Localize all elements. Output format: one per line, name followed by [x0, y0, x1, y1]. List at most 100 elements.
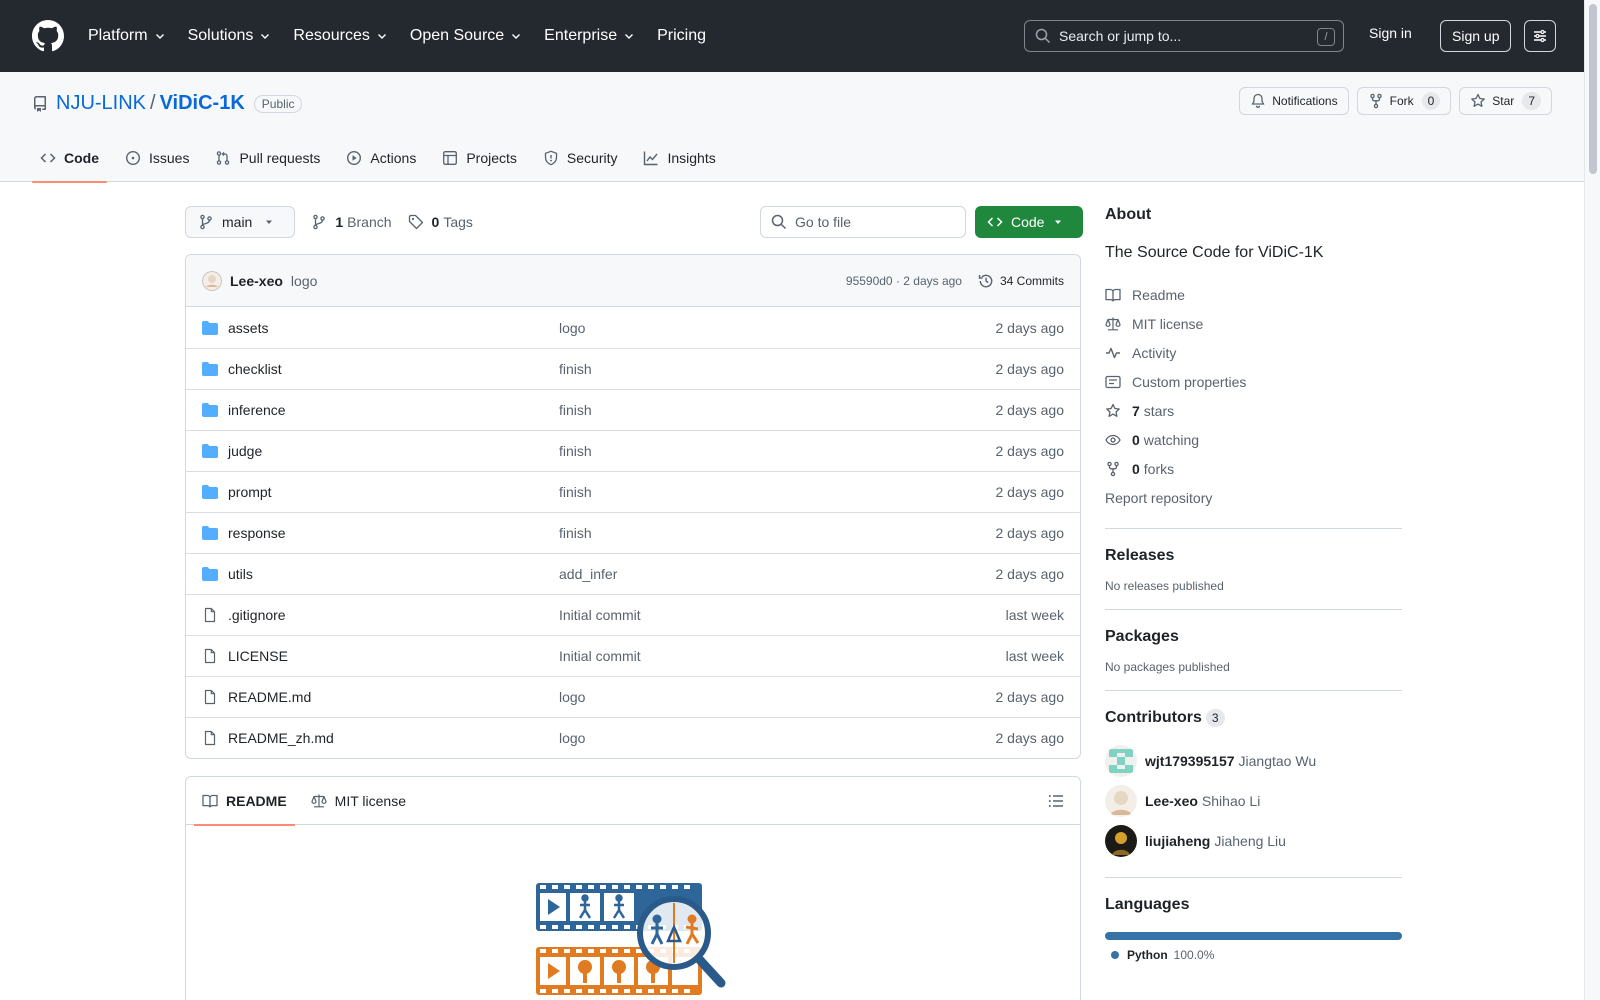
- notifications-label: Notifications: [1272, 94, 1338, 108]
- repo-name-link[interactable]: ViDiC-1K: [160, 92, 245, 115]
- sign-up-button[interactable]: Sign up: [1440, 20, 1512, 52]
- packages-note: No packages published: [1105, 660, 1230, 674]
- file-row[interactable]: assets logo 2 days ago: [186, 307, 1080, 348]
- page-scrollbar[interactable]: [1584, 0, 1600, 1000]
- branch-select-button[interactable]: main: [185, 206, 296, 238]
- file-name-link[interactable]: LICENSE: [228, 648, 559, 664]
- github-logo-icon[interactable]: [32, 20, 64, 52]
- repo-owner-link[interactable]: NJU-LINK: [56, 92, 146, 115]
- notifications-button[interactable]: Notifications: [1239, 87, 1349, 115]
- scrollbar-thumb[interactable]: [1589, 4, 1597, 174]
- activity-link[interactable]: Activity: [1105, 338, 1402, 367]
- chevron-down-icon: [512, 34, 521, 39]
- tab-label: Issues: [149, 150, 190, 166]
- nav-enterprise[interactable]: Enterprise: [544, 27, 635, 45]
- file-row[interactable]: utils add_infer 2 days ago: [186, 553, 1080, 594]
- file-row[interactable]: .gitignore Initial commit last week: [186, 594, 1080, 635]
- file-name-link[interactable]: judge: [228, 443, 559, 459]
- chevron-down-icon: [155, 34, 164, 39]
- file-row[interactable]: response finish 2 days ago: [186, 512, 1080, 553]
- list-unordered-icon[interactable]: [1048, 793, 1064, 809]
- forks-link[interactable]: 0 forks: [1105, 454, 1402, 483]
- file-name-link[interactable]: response: [228, 525, 559, 541]
- sign-in-link[interactable]: Sign in: [1369, 25, 1412, 41]
- tags-link[interactable]: 0 Tags: [408, 214, 473, 230]
- fork-button[interactable]: Fork 0: [1356, 87, 1452, 115]
- file-name-link[interactable]: prompt: [228, 484, 559, 500]
- custom-properties-link[interactable]: Custom properties: [1105, 367, 1402, 396]
- releases-heading[interactable]: Releases: [1105, 547, 1402, 565]
- tab-security[interactable]: Security: [535, 134, 626, 182]
- file-commit-time: last week: [1005, 648, 1064, 664]
- nav-pricing[interactable]: Pricing: [657, 27, 706, 45]
- bell-icon: [1251, 93, 1265, 108]
- file-commit-message-link[interactable]: finish: [559, 525, 592, 541]
- go-to-file-input[interactable]: Go to file: [760, 206, 966, 238]
- file-commit-message-link[interactable]: finish: [559, 361, 592, 377]
- nav-solutions[interactable]: Solutions: [188, 27, 272, 45]
- file-name-link[interactable]: inference: [228, 402, 559, 418]
- tab-insights[interactable]: Insights: [635, 134, 723, 182]
- file-commit-message-link[interactable]: finish: [559, 443, 592, 459]
- tab-actions[interactable]: Actions: [338, 134, 424, 182]
- commit-hash-time[interactable]: 95590d0 · 2 days ago: [846, 274, 962, 288]
- license-link[interactable]: MIT license: [1105, 309, 1402, 338]
- stars-link[interactable]: 7 stars: [1105, 396, 1402, 425]
- packages-heading[interactable]: Packages: [1105, 628, 1402, 646]
- file-row[interactable]: README.md logo 2 days ago: [186, 676, 1080, 717]
- language-item[interactable]: Python 100.0%: [1105, 948, 1402, 962]
- file-name-link[interactable]: README_zh.md: [228, 730, 559, 746]
- file-row[interactable]: inference finish 2 days ago: [186, 389, 1080, 430]
- nav-platform[interactable]: Platform: [88, 27, 166, 45]
- file-commit-message-link[interactable]: Initial commit: [559, 648, 641, 664]
- readme-link[interactable]: Readme: [1105, 280, 1402, 309]
- file-row[interactable]: README_zh.md logo 2 days ago: [186, 717, 1080, 758]
- file-row[interactable]: checklist finish 2 days ago: [186, 348, 1080, 389]
- watching-link[interactable]: 0 watching: [1105, 425, 1402, 454]
- contributor-item[interactable]: wjt179395157 Jiangtao Wu: [1105, 741, 1402, 781]
- license-tab-label: MIT license: [334, 792, 406, 809]
- commits-history-link[interactable]: 34 Commits: [978, 273, 1064, 289]
- readme-tab[interactable]: README: [194, 777, 295, 826]
- avatar[interactable]: [202, 270, 222, 291]
- star-button[interactable]: Star 7: [1459, 87, 1552, 115]
- stars-label: stars: [1143, 402, 1175, 419]
- commit-message-link[interactable]: logo: [291, 273, 317, 289]
- file-row[interactable]: judge finish 2 days ago: [186, 430, 1080, 471]
- contributors-heading[interactable]: Contributors 3: [1105, 709, 1402, 727]
- file-commit-message-link[interactable]: finish: [559, 484, 592, 500]
- code-dropdown-button[interactable]: Code: [975, 206, 1083, 238]
- global-search-input[interactable]: Search or jump to... /: [1024, 20, 1344, 52]
- settings-menu-button[interactable]: [1524, 20, 1556, 52]
- report-repository-link[interactable]: Report repository: [1105, 483, 1402, 512]
- file-row[interactable]: LICENSE Initial commit last week: [186, 635, 1080, 676]
- license-tab[interactable]: MIT license: [303, 777, 414, 825]
- file-commit-message-link[interactable]: finish: [559, 402, 592, 418]
- file-commit-message-link[interactable]: logo: [559, 320, 585, 336]
- contributor-item[interactable]: Lee-xeo Shihao Li: [1105, 781, 1402, 821]
- tag-icon: [408, 214, 423, 230]
- file-name-link[interactable]: utils: [228, 566, 559, 582]
- file-commit-message-link[interactable]: Initial commit: [559, 607, 641, 623]
- file-name-link[interactable]: README.md: [228, 689, 559, 705]
- file-name-link[interactable]: checklist: [228, 361, 559, 377]
- file-name-link[interactable]: .gitignore: [228, 607, 559, 623]
- file-row[interactable]: prompt finish 2 days ago: [186, 471, 1080, 512]
- avatar: [1105, 825, 1137, 858]
- tab-code[interactable]: Code: [32, 134, 107, 183]
- file-commit-message-link[interactable]: logo: [559, 730, 585, 746]
- language-percent: 100.0%: [1173, 948, 1215, 963]
- file-commit-message-link[interactable]: add_infer: [559, 566, 617, 582]
- branches-link[interactable]: 1 Branch: [311, 214, 392, 230]
- nav-open-source[interactable]: Open Source: [410, 27, 522, 45]
- file-commit-message-link[interactable]: logo: [559, 689, 585, 705]
- commit-author-link[interactable]: Lee-xeo: [230, 273, 283, 289]
- tab-projects[interactable]: Projects: [434, 134, 525, 182]
- tab-issues[interactable]: Issues: [117, 134, 197, 182]
- file-name-link[interactable]: assets: [228, 320, 559, 336]
- contributor-item[interactable]: liujiaheng Jiaheng Liu: [1105, 821, 1402, 861]
- tab-pull-requests[interactable]: Pull requests: [207, 134, 328, 182]
- nav-resources[interactable]: Resources: [293, 27, 387, 45]
- repo-title: NJU-LINK / ViDiC-1K Public: [32, 92, 303, 115]
- global-header: Platform Solutions Resources Open Source…: [0, 0, 1584, 72]
